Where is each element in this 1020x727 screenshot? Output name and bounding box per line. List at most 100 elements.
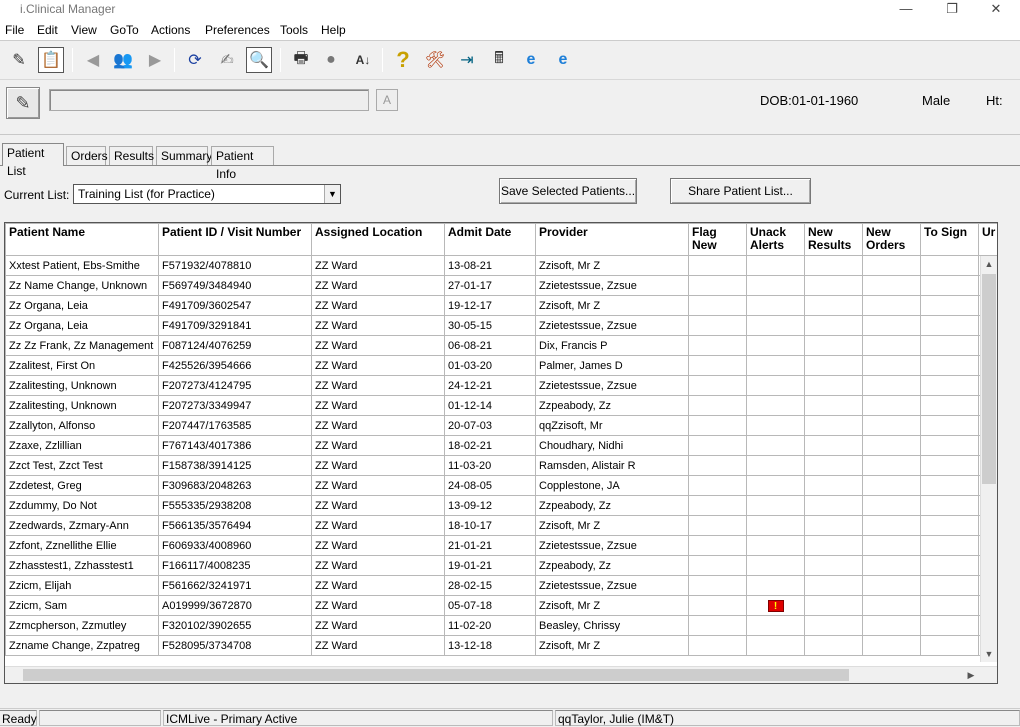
share-patient-list-button[interactable]: Share Patient List... [670, 178, 811, 204]
table-header-row: Patient Name Patient ID / Visit Number Ass… [5, 223, 997, 256]
vertical-scrollbar[interactable]: ▲ ▼ [980, 256, 997, 662]
tab-patient-info[interactable]: Patient Info [211, 146, 274, 181]
back-icon[interactable]: ◀ [80, 47, 106, 73]
table-cell: ZZ Ward [311, 595, 445, 616]
maximize-button[interactable]: ❐ [932, 0, 972, 20]
table-row[interactable]: Zzallyton, Alfonso F207447/1763585 ZZ Ward… [5, 415, 997, 436]
column-header[interactable]: Patient Name [5, 223, 159, 256]
menu-file[interactable]: File [5, 23, 24, 37]
column-header[interactable]: Provider [535, 223, 689, 256]
people-icon[interactable]: 👥 [110, 47, 136, 73]
close-button[interactable]: ✕ [976, 0, 1016, 20]
menu-actions[interactable]: Actions [151, 23, 190, 37]
table-row[interactable]: Zzname Change, Zzpatreg F528095/3734708 ZZ… [5, 635, 997, 656]
alert-flag-icon[interactable]: ! [767, 599, 784, 612]
printer-icon[interactable]: 🖶 [288, 47, 314, 73]
table-cell: 06-08-21 [444, 335, 536, 356]
table-cell-empty [688, 575, 747, 596]
status-bar: Ready ICMLive - Primary Active qqTaylor,… [0, 708, 1020, 726]
table-cell: Zzmcpherson, Zzmutley [5, 615, 159, 636]
chevron-down-icon[interactable]: ▼ [324, 185, 340, 203]
tab-orders[interactable]: Orders [66, 146, 108, 165]
ie-icon-2[interactable]: e [550, 47, 576, 73]
help-icon[interactable]: ? [390, 47, 416, 73]
column-header[interactable]: New Orders [862, 223, 921, 256]
scroll-up-icon[interactable]: ▲ [981, 256, 997, 272]
calculator-icon[interactable]: 🖩 [486, 47, 512, 73]
sort-az-icon[interactable]: A↓ [350, 47, 376, 73]
toolbar: ✎ 📋 ◀ 👥 ▶ ⟳ ✍ 🔍 🖶 ● A↓ ? 🛠 ⇥ 🖩 e e [0, 42, 1020, 80]
current-list-select[interactable]: Training List (for Practice) ▼ [73, 184, 341, 204]
table-row[interactable]: Zzdummy, Do Not F555335/2938208 ZZ Ward 13-… [5, 495, 997, 516]
table-cell-empty [688, 475, 747, 496]
table-cell-empty [862, 575, 921, 596]
column-header[interactable]: Unack Alerts [746, 223, 805, 256]
record-icon[interactable]: ● [318, 47, 344, 73]
column-header[interactable]: Assigned Location [311, 223, 445, 256]
refresh-icon[interactable]: ⟳ [182, 47, 208, 73]
tools-icon[interactable]: 🛠 [422, 47, 448, 73]
menu-view[interactable]: View [71, 23, 97, 37]
minimize-button[interactable]: — [886, 0, 926, 20]
table-cell: F158738/3914125 [158, 455, 312, 476]
table-cell: ZZ Ward [311, 455, 445, 476]
table-row[interactable]: Zz Name Change, Unknown F569749/3484940 ZZ… [5, 275, 997, 296]
table-row[interactable]: Xxtest Patient, Ebs-Smithe F571932/407881… [5, 255, 997, 276]
menu-preferences[interactable]: Preferences [205, 23, 270, 37]
table-cell: Zzietestssue, Zzsue [535, 575, 689, 596]
table-row[interactable]: Zzicm, Elijah F561662/3241971 ZZ Ward 28-02… [5, 575, 997, 596]
table-row[interactable]: Zzalitesting, Unknown F207273/4124795 ZZ W… [5, 375, 997, 396]
table-row[interactable]: Zzdetest, Greg F309683/2048263 ZZ Ward 24-0… [5, 475, 997, 496]
edit-notes-icon[interactable]: 📋 [38, 47, 64, 73]
table-cell: F767143/4017386 [158, 435, 312, 456]
tab-patient-list[interactable]: Patient List [2, 143, 64, 178]
column-header[interactable]: Patient ID / Visit Number [158, 223, 312, 256]
column-header[interactable]: Ur [978, 223, 997, 256]
table-row[interactable]: Zzalitesting, Unknown F207273/3349947 ZZ W… [5, 395, 997, 416]
column-header[interactable]: To Sign [920, 223, 979, 256]
table-row[interactable]: Zzfont, Zznellithe Ellie F606933/4008960 Z… [5, 535, 997, 556]
table-row[interactable]: Zzct Test, Zzct Test F158738/3914125 ZZ Wa… [5, 455, 997, 476]
a-button[interactable]: A [376, 89, 398, 111]
column-header[interactable]: New Results [804, 223, 863, 256]
vertical-scroll-thumb[interactable] [982, 274, 996, 484]
horizontal-scroll-thumb[interactable] [23, 669, 849, 681]
table-cell: Copplestone, JA [535, 475, 689, 496]
menu-tools[interactable]: Tools [280, 23, 308, 37]
column-header[interactable]: Admit Date [444, 223, 536, 256]
save-selected-patients-button[interactable]: Save Selected Patients... [499, 178, 637, 204]
table-cell-empty [862, 475, 921, 496]
table-cell-empty [804, 315, 863, 336]
forward-icon[interactable]: ▶ [142, 47, 168, 73]
table-cell: F320102/3902655 [158, 615, 312, 636]
tab-results[interactable]: Results [109, 146, 154, 165]
ie-icon[interactable]: e [518, 47, 544, 73]
table-row[interactable]: Zz Organa, Leia F491709/3602547 ZZ Ward 19-… [5, 295, 997, 316]
menu-help[interactable]: Help [321, 23, 346, 37]
horizontal-scrollbar[interactable]: ▶ [5, 666, 997, 683]
table-cell: Zzicm, Elijah [5, 575, 159, 596]
menu-goto[interactable]: GoTo [110, 23, 139, 37]
table-cell-empty [688, 535, 747, 556]
table-row[interactable]: Zzmcpherson, Zzmutley F320102/3902655 ZZ W… [5, 615, 997, 636]
menu-edit[interactable]: Edit [37, 23, 58, 37]
table-row[interactable]: Zz Organa, Leia F491709/3291841 ZZ Ward 30-… [5, 315, 997, 336]
scroll-right-icon[interactable]: ▶ [963, 667, 979, 683]
tab-summary[interactable]: Summary [156, 146, 212, 165]
table-cell: F555335/2938208 [158, 495, 312, 516]
table-row[interactable]: Zzedwards, Zzmary-Ann F566135/3576494 ZZ W… [5, 515, 997, 536]
scroll-down-icon[interactable]: ▼ [981, 646, 997, 662]
notes-icon[interactable]: ✎ [6, 47, 32, 73]
table-row[interactable]: Zzhasstest1, Zzhasstest1 F166117/4008235 Z… [5, 555, 997, 576]
exit-icon[interactable]: ⇥ [454, 47, 480, 73]
document-edit-icon[interactable]: ✍ [214, 47, 240, 73]
find-patient-icon[interactable]: 🔍 [246, 47, 272, 73]
column-header[interactable]: Flag New [688, 223, 747, 256]
table-cell-empty [746, 335, 805, 356]
table-row[interactable]: Zzicm, Sam A019999/3672870 ZZ Ward 05-07-18… [5, 595, 997, 616]
table-cell: Zzaxe, Zzlillian [5, 435, 159, 456]
table-row[interactable]: Zzalitest, First On F425526/3954666 ZZ War… [5, 355, 997, 376]
table-row[interactable]: Zz Zz Frank, Zz Management F087124/407625… [5, 335, 997, 356]
patient-notes-icon[interactable]: ✎ [6, 87, 40, 119]
table-row[interactable]: Zzaxe, Zzlillian F767143/4017386 ZZ Ward 18… [5, 435, 997, 456]
